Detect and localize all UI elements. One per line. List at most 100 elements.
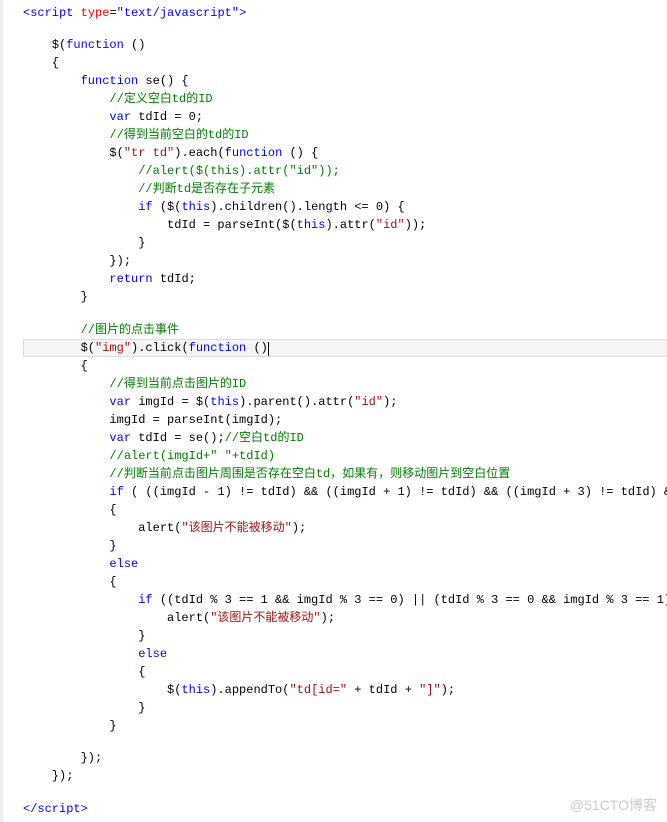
code-line: //得到当前点击图片的ID xyxy=(23,375,667,393)
code-token: var xyxy=(109,110,131,124)
code-token: else xyxy=(109,557,138,571)
code-token: else xyxy=(138,647,167,661)
code-token: )); xyxy=(405,218,427,232)
code-token: tdId = 0; xyxy=(131,110,203,124)
code-token: = xyxy=(109,6,116,20)
code-line: } xyxy=(23,288,667,306)
code-token: > xyxy=(239,6,246,20)
code-token: this xyxy=(181,200,210,214)
code-token: ((tdId % 3 == 1 && imgId % 3 == 0) || (t… xyxy=(153,593,667,607)
code-token: var xyxy=(109,431,131,445)
code-token: //alert(imgId+" "+tdId) xyxy=(109,449,275,463)
code-token: alert( xyxy=(23,611,210,625)
code-token: alert( xyxy=(23,521,181,535)
code-token: } xyxy=(23,701,145,715)
code-line: alert("该图片不能被移动"); xyxy=(23,519,667,537)
code-line: } xyxy=(23,537,667,555)
code-token: type xyxy=(81,6,110,20)
code-token: //得到当前点击图片的ID xyxy=(109,377,246,391)
code-token: ).attr( xyxy=(325,218,375,232)
code-token: this xyxy=(181,683,210,697)
code-line: } xyxy=(23,699,667,717)
code-token: var xyxy=(109,395,131,409)
code-token: "img" xyxy=(95,341,131,355)
code-token: } xyxy=(23,719,117,733)
code-line: if ((tdId % 3 == 1 && imgId % 3 == 0) ||… xyxy=(23,591,667,609)
code-line: $("tr td").each(function () { xyxy=(23,144,667,162)
code-token xyxy=(23,128,109,142)
code-line: //alert($(this).attr("id")); xyxy=(23,162,667,180)
code-line: if ($(this).children().length <= 0) { xyxy=(23,198,667,216)
code-token xyxy=(23,377,109,391)
code-token: "td[id=" xyxy=(289,683,347,697)
code-line: function se() { xyxy=(23,72,667,90)
code-token: }); xyxy=(23,751,102,765)
code-editor: <script type="text/javascript"> $(functi… xyxy=(0,0,667,822)
code-token: $( xyxy=(23,341,95,355)
code-token xyxy=(23,74,81,88)
code-token: if xyxy=(138,593,152,607)
code-token: function xyxy=(225,146,283,160)
code-token: "tr td" xyxy=(124,146,174,160)
code-token: "id" xyxy=(354,395,383,409)
code-token: ).children().length <= 0) { xyxy=(210,200,404,214)
code-token: ).appendTo( xyxy=(210,683,289,697)
code-token: "该图片不能被移动" xyxy=(210,611,320,625)
code-token xyxy=(23,557,109,571)
code-token: () { xyxy=(282,146,318,160)
code-token: ).each( xyxy=(174,146,224,160)
code-line: }); xyxy=(23,767,667,785)
code-line: { xyxy=(23,663,667,681)
code-token: { xyxy=(23,665,145,679)
code-token: //判断当前点击图片周围是否存在空白td，如果有，则移动图片到空白位置 xyxy=(109,467,510,481)
code-line: }); xyxy=(23,749,667,767)
code-token: { xyxy=(23,56,59,70)
code-line: var imgId = $(this).parent().attr("id"); xyxy=(23,393,667,411)
code-token: function xyxy=(66,38,124,52)
code-line: //判断td是否存在子元素 xyxy=(23,180,667,198)
code-line: //定义空白td的ID xyxy=(23,90,667,108)
code-token: if xyxy=(109,485,123,499)
code-line xyxy=(23,22,667,36)
code-token xyxy=(23,593,138,607)
code-token: //定义空白td的ID xyxy=(109,92,212,106)
code-token xyxy=(23,182,138,196)
code-token: imgId = parseInt(imgId); xyxy=(23,413,282,427)
code-token xyxy=(23,323,81,337)
code-token: //alert($(this).attr("id")); xyxy=(138,164,340,178)
code-line: else xyxy=(23,645,667,663)
watermark-text: @51CTO博客 xyxy=(570,795,657,816)
code-token: { xyxy=(23,359,88,373)
text-cursor xyxy=(268,342,269,356)
code-line: $(function () xyxy=(23,36,667,54)
code-line: //判断当前点击图片周围是否存在空白td，如果有，则移动图片到空白位置 xyxy=(23,465,667,483)
code-token: ).parent().attr( xyxy=(239,395,354,409)
code-line: $(this).appendTo("td[id=" + tdId + "]"); xyxy=(23,681,667,699)
code-line: }); xyxy=(23,252,667,270)
code-token: se() { xyxy=(138,74,188,88)
code-line: $("img").click(function () xyxy=(23,339,667,357)
code-token: > xyxy=(81,802,88,816)
code-token: ); xyxy=(383,395,397,409)
code-token xyxy=(23,272,109,286)
code-token: //图片的点击事件 xyxy=(81,323,179,337)
code-token xyxy=(23,647,138,661)
code-token: () xyxy=(124,38,146,52)
code-token xyxy=(23,164,138,178)
code-token: { xyxy=(23,575,117,589)
code-token: $( xyxy=(23,38,66,52)
code-token: + tdId + xyxy=(347,683,419,697)
code-token xyxy=(23,485,109,499)
code-token: "该图片不能被移动" xyxy=(181,521,291,535)
code-line: } xyxy=(23,234,667,252)
code-token xyxy=(23,395,109,409)
code-token: { xyxy=(23,503,117,517)
code-token: script xyxy=(30,6,80,20)
code-line: { xyxy=(23,573,667,591)
code-token xyxy=(23,431,109,445)
code-token: //得到当前空白的td的ID xyxy=(109,128,248,142)
code-token: ( ((imgId - 1) != tdId) && ((imgId + 1) … xyxy=(124,485,667,499)
code-line xyxy=(23,306,667,320)
code-line xyxy=(23,735,667,749)
code-token: $( xyxy=(23,683,181,697)
